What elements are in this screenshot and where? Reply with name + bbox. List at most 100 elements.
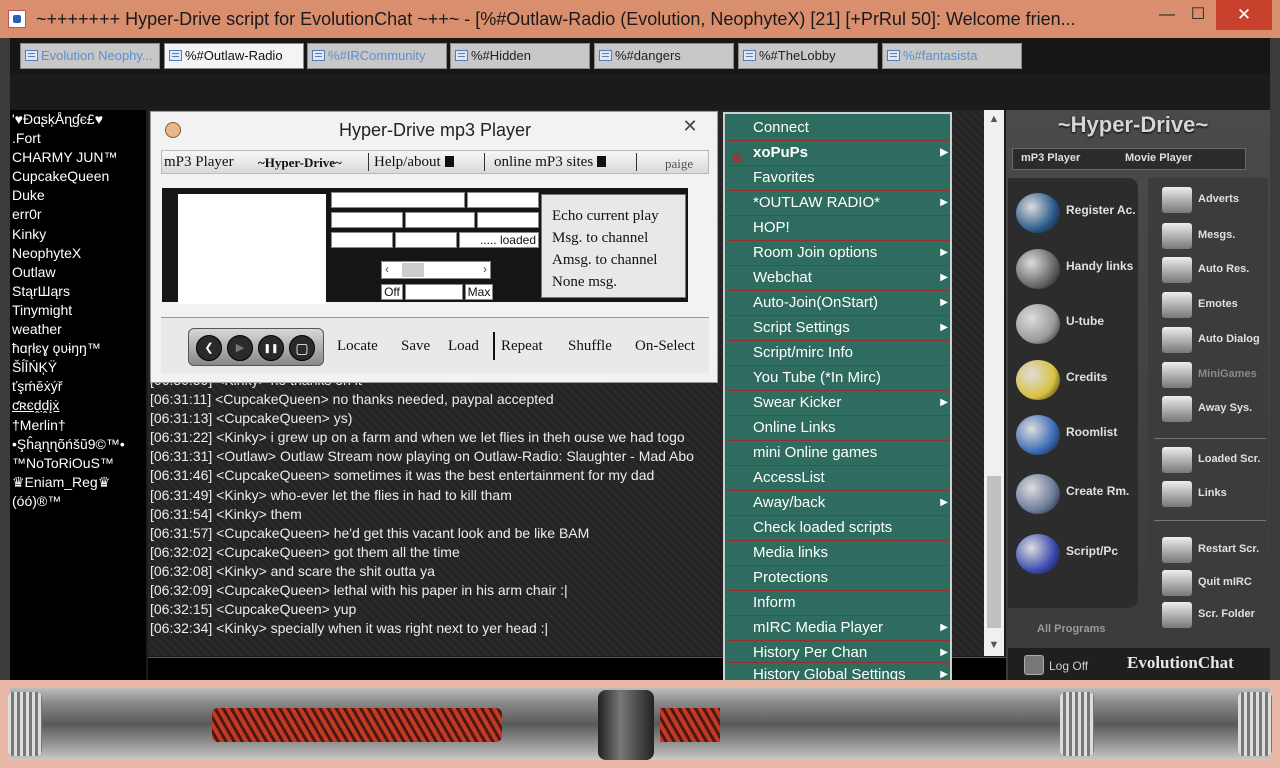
volume-slider[interactable]: ‹ › <box>381 261 491 279</box>
scroll-up-arrow[interactable]: ▲ <box>984 110 1004 128</box>
panel-tool-icon[interactable] <box>1162 257 1192 283</box>
menu-item[interactable]: Media links <box>728 541 950 566</box>
panel-app-icon[interactable] <box>1016 415 1060 455</box>
nick-item[interactable]: CupcakeQueen <box>10 167 146 186</box>
nick-item[interactable]: Duke <box>10 186 146 205</box>
slider-left-arrow[interactable]: ‹ <box>385 262 389 276</box>
panel-tool-icon[interactable] <box>1162 481 1192 507</box>
stop-icon[interactable]: ▢ <box>289 335 315 361</box>
menu-item[interactable]: Script Settings <box>728 316 950 341</box>
mp3-close-button[interactable]: ✕ <box>675 114 705 138</box>
scroll-down-arrow[interactable]: ▼ <box>984 636 1004 654</box>
menu-help-about[interactable]: Help/about <box>374 154 454 171</box>
menu-item[interactable]: Away/back <box>728 491 950 516</box>
menu-item[interactable]: AccessList <box>728 466 950 491</box>
panel-tool-icon[interactable] <box>1162 447 1192 473</box>
panel-tool-link[interactable]: Mesgs. <box>1198 229 1235 241</box>
nick-item[interactable]: StąrШąrs <box>10 282 146 301</box>
panel-tool-link[interactable]: Loaded Scr. <box>1198 453 1260 465</box>
panel-tool-icon[interactable] <box>1162 292 1192 318</box>
nick-item[interactable]: ħɑŗłɛɣ ǫʋɨŋŋ™ <box>10 339 146 358</box>
menu-item[interactable]: Room Join options <box>728 241 950 266</box>
nick-item[interactable]: ƈʀєḓḓįẋ <box>10 396 146 415</box>
menu-item[interactable]: ✿ xoPuPs <box>728 141 950 166</box>
panel-app-icon[interactable] <box>1016 360 1060 400</box>
tab-mp3-player[interactable]: mP3 Player <box>1021 152 1080 164</box>
menu-mp3-player[interactable]: mP3 Player <box>164 154 234 171</box>
panel-link[interactable]: U-tube <box>1066 314 1104 328</box>
tab-channel[interactable]: Evolution Neophy... <box>20 43 160 69</box>
panel-app-icon[interactable] <box>1016 304 1060 344</box>
nick-item[interactable]: weather <box>10 320 146 339</box>
log-off-button[interactable]: Log Off <box>1049 659 1088 673</box>
nick-item[interactable]: '♥ĐɑʂķÅɳɠє£♥ <box>10 110 146 129</box>
log-off-icon[interactable] <box>1024 655 1044 675</box>
tab-channel[interactable]: %#IRCommunity <box>307 43 447 69</box>
panel-tool-link[interactable]: Auto Dialog <box>1198 333 1260 345</box>
panel-tool-link[interactable]: MiniGames <box>1198 368 1257 380</box>
menu-item[interactable]: Inform <box>728 591 950 616</box>
nick-item[interactable]: .Fort <box>10 129 146 148</box>
panel-tool-icon[interactable] <box>1162 327 1192 353</box>
menu-item[interactable]: Protections <box>728 566 950 591</box>
panel-app-icon[interactable] <box>1016 249 1060 289</box>
panel-app-icon[interactable] <box>1016 193 1060 233</box>
all-programs-link[interactable]: All Programs <box>1037 623 1105 635</box>
menu-hyper-drive[interactable]: ~Hyper-Drive~ <box>258 155 342 171</box>
slider-thumb[interactable] <box>402 263 424 277</box>
menu-item[interactable]: Check loaded scripts <box>728 516 950 541</box>
menu-item[interactable]: Favorites <box>728 166 950 191</box>
panel-tool-icon[interactable] <box>1162 223 1192 249</box>
panel-link[interactable]: Register Ac. <box>1066 203 1136 217</box>
load-button[interactable]: Load <box>448 338 479 355</box>
tab-channel[interactable]: %#TheLobby <box>738 43 878 69</box>
panel-tool-link[interactable]: Adverts <box>1198 193 1239 205</box>
nick-item[interactable]: Kinky <box>10 225 146 244</box>
volume-max-label[interactable]: Max <box>465 284 493 300</box>
panel-tool-link[interactable]: Quit mIRC <box>1198 576 1252 588</box>
panel-tool-icon[interactable] <box>1162 602 1192 628</box>
menu-online-mp3-sites[interactable]: online mP3 sites <box>494 154 607 171</box>
nick-item[interactable]: CHARMY JUN™ <box>10 148 146 167</box>
panel-link[interactable]: Roomlist <box>1066 425 1117 439</box>
nick-item[interactable]: ♛Eniam_Reg♛ <box>10 473 146 492</box>
amsg-to-channel[interactable]: Amsg. to channel <box>552 249 685 271</box>
shuffle-button[interactable]: Shuffle <box>568 338 612 355</box>
nick-item[interactable]: •Şĥąɳɳõńšũ9©™• <box>10 435 146 454</box>
panel-tool-link[interactable]: Emotes <box>1198 298 1238 310</box>
panel-tool-link[interactable]: Links <box>1198 487 1227 499</box>
menu-item[interactable]: Swear Kicker <box>728 391 950 416</box>
menu-item[interactable]: mIRC Media Player <box>728 616 950 641</box>
repeat-button[interactable]: Repeat <box>501 338 543 355</box>
play-icon[interactable]: ▶ <box>227 335 253 361</box>
tab-channel[interactable]: %#Hidden <box>450 43 590 69</box>
on-select-button[interactable]: On-Select <box>635 338 695 355</box>
nick-item[interactable]: Tinymight <box>10 301 146 320</box>
menu-item[interactable]: Script/mirc Info <box>728 341 950 366</box>
panel-tool-icon[interactable] <box>1162 537 1192 563</box>
tab-movie-player[interactable]: Movie Player <box>1125 152 1192 164</box>
pause-icon[interactable]: ❚❚ <box>258 335 284 361</box>
panel-tool-icon[interactable] <box>1162 396 1192 422</box>
tab-channel[interactable]: %#dangers <box>594 43 734 69</box>
menu-item[interactable]: HOP! <box>728 216 950 241</box>
menu-item[interactable]: Auto-Join(OnStart) <box>728 291 950 316</box>
nick-item[interactable]: ťşḿĕẋýř <box>10 377 146 396</box>
panel-tool-icon[interactable] <box>1162 187 1192 213</box>
nick-item[interactable]: ™NoToRiOuS™ <box>10 454 146 473</box>
panel-tool-link[interactable]: Away Sys. <box>1198 402 1252 414</box>
locate-button[interactable]: Locate <box>337 338 378 355</box>
menu-item[interactable]: Webchat <box>728 266 950 291</box>
nick-item[interactable]: err0r <box>10 205 146 224</box>
menu-item[interactable]: History Per Chan <box>728 641 950 665</box>
scroll-thumb[interactable] <box>987 476 1001 628</box>
nick-item[interactable]: †Merlin† <box>10 416 146 435</box>
panel-tool-link[interactable]: Auto Res. <box>1198 263 1249 275</box>
app-icon[interactable] <box>8 10 26 28</box>
echo-current-play[interactable]: Echo current play <box>552 205 685 227</box>
chat-scrollbar[interactable]: ▲ ▼ <box>984 110 1004 656</box>
panel-app-icon[interactable] <box>1016 474 1060 514</box>
volume-off-label[interactable]: Off <box>381 284 403 300</box>
tab-channel[interactable]: %#Outlaw-Radio <box>164 43 304 69</box>
nick-item[interactable]: ŠĺĪŃĶŸ <box>10 358 146 377</box>
